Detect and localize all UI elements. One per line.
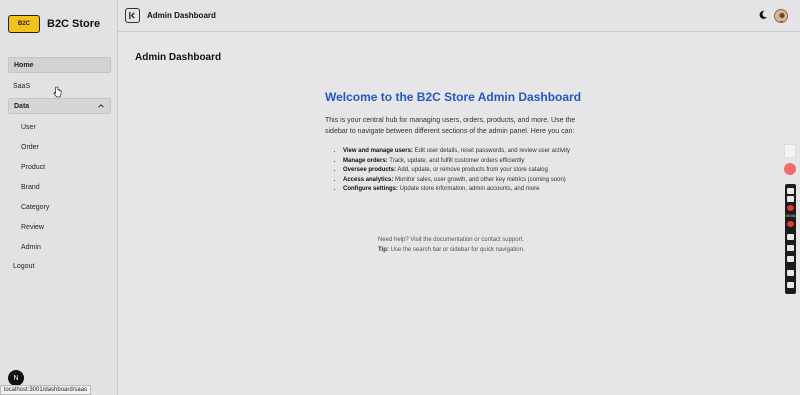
sidebar-subitem-label: User (21, 123, 36, 131)
sidebar-item-label: Home (14, 61, 34, 69)
record-icon[interactable] (787, 205, 794, 211)
feature-title: Oversee products: (343, 167, 397, 173)
brand-name: B2C Store (47, 18, 101, 30)
chat-icon[interactable] (787, 270, 794, 276)
feature-list: View and manage users: Edit user details… (338, 147, 588, 195)
sidebar-subitem-label: Brand (21, 183, 40, 191)
intro-text: This is your central hub for managing us… (325, 117, 576, 135)
extension-widget-icon[interactable] (784, 163, 796, 175)
sidebar-item-home[interactable]: Home (8, 57, 111, 73)
sidebar: B2C B2C Store Home SaaS Data User Order … (0, 0, 118, 395)
sidebar-subitem-label: Order (21, 143, 39, 151)
nextjs-badge[interactable]: N (8, 370, 24, 386)
sidebar-item-label: SaaS (13, 82, 31, 90)
sidebar-item-review[interactable]: Review (21, 221, 44, 233)
feature-text: Add, update, or remove products from you… (397, 167, 548, 173)
feature-title: Configure settings: (343, 186, 398, 192)
page-title: Admin Dashboard (135, 52, 222, 63)
tip-label: Tip: (378, 247, 389, 253)
help-text: Need help? Visit the documentation or co… (378, 237, 524, 243)
sidebar-subitem-label: Admin (21, 243, 41, 251)
sidebar-subitem-label: Review (21, 223, 44, 231)
feature-title: Manage orders: (343, 157, 388, 164)
sidebar-item-product[interactable]: Product (21, 161, 45, 173)
tip-text: Tip: Use the search bar or sidebar for q… (378, 247, 525, 253)
sidebar-item-logout[interactable]: Logout (8, 258, 111, 274)
sidebar-item-order[interactable]: Order (21, 141, 39, 153)
welcome-heading: Welcome to the B2C Store Admin Dashboard (325, 90, 582, 104)
tip-body: Use the search bar or sidebar for quick … (390, 247, 525, 253)
list-item: View and manage users: Edit user details… (343, 147, 588, 157)
sidebar-item-category[interactable]: Category (21, 201, 49, 213)
microphone-icon[interactable] (787, 234, 794, 240)
feature-title: Access analytics: (343, 176, 394, 183)
list-item: Access analytics: Monitor sales, user gr… (343, 176, 588, 186)
sidebar-toggle-button[interactable] (125, 8, 140, 23)
feature-text: Monitor sales, user growth, and other ke… (395, 176, 566, 183)
status-bar-url: localhost:3001/dashboard/saas (0, 385, 92, 395)
sidebar-item-label: Logout (13, 262, 35, 270)
recorder-toolbar: 00:08 (785, 184, 796, 294)
list-item: Oversee products: Add, update, or remove… (343, 166, 588, 176)
user-avatar-icon (775, 10, 787, 22)
settings-icon[interactable] (787, 282, 794, 288)
brand[interactable]: B2C B2C Store (8, 13, 100, 35)
sidebar-item-label: Data (14, 102, 30, 110)
sidebar-item-brand[interactable]: Brand (21, 181, 40, 193)
document-widget-icon[interactable] (784, 144, 796, 158)
camera-icon[interactable] (787, 196, 794, 202)
avatar[interactable] (774, 9, 788, 23)
sidebar-subitem-label: Product (21, 163, 46, 171)
header-title: Admin Dashboard (147, 11, 216, 20)
chevron-up-icon (98, 104, 104, 108)
feature-title: View and manage users: (343, 148, 413, 154)
list-item: Manage orders: Track, update, and fulfil… (343, 157, 588, 167)
brand-logo: B2C (8, 15, 40, 33)
pointer-cursor-icon (53, 86, 62, 98)
speaker-icon[interactable] (787, 245, 794, 251)
feature-text: Edit user details, reset passwords, and … (414, 148, 570, 154)
sidebar-item-data[interactable]: Data (8, 98, 111, 114)
feature-text: Track, update, and fulfill customer orde… (389, 157, 525, 164)
feature-text: Update store information, admin accounts… (399, 186, 540, 192)
collapse-icon (129, 11, 135, 20)
mute-icon[interactable] (787, 256, 794, 262)
sidebar-item-user[interactable]: User (21, 121, 36, 133)
recorder-timer: 00:08 (785, 213, 796, 218)
stop-icon[interactable] (787, 221, 794, 227)
top-bar: Admin Dashboard (118, 0, 800, 32)
moon-icon[interactable] (758, 10, 768, 20)
list-item: Configure settings: Update store informa… (343, 185, 588, 195)
sidebar-item-admin[interactable]: Admin (21, 241, 41, 253)
grip-icon[interactable] (787, 188, 794, 194)
sidebar-subitem-label: Category (21, 203, 50, 211)
